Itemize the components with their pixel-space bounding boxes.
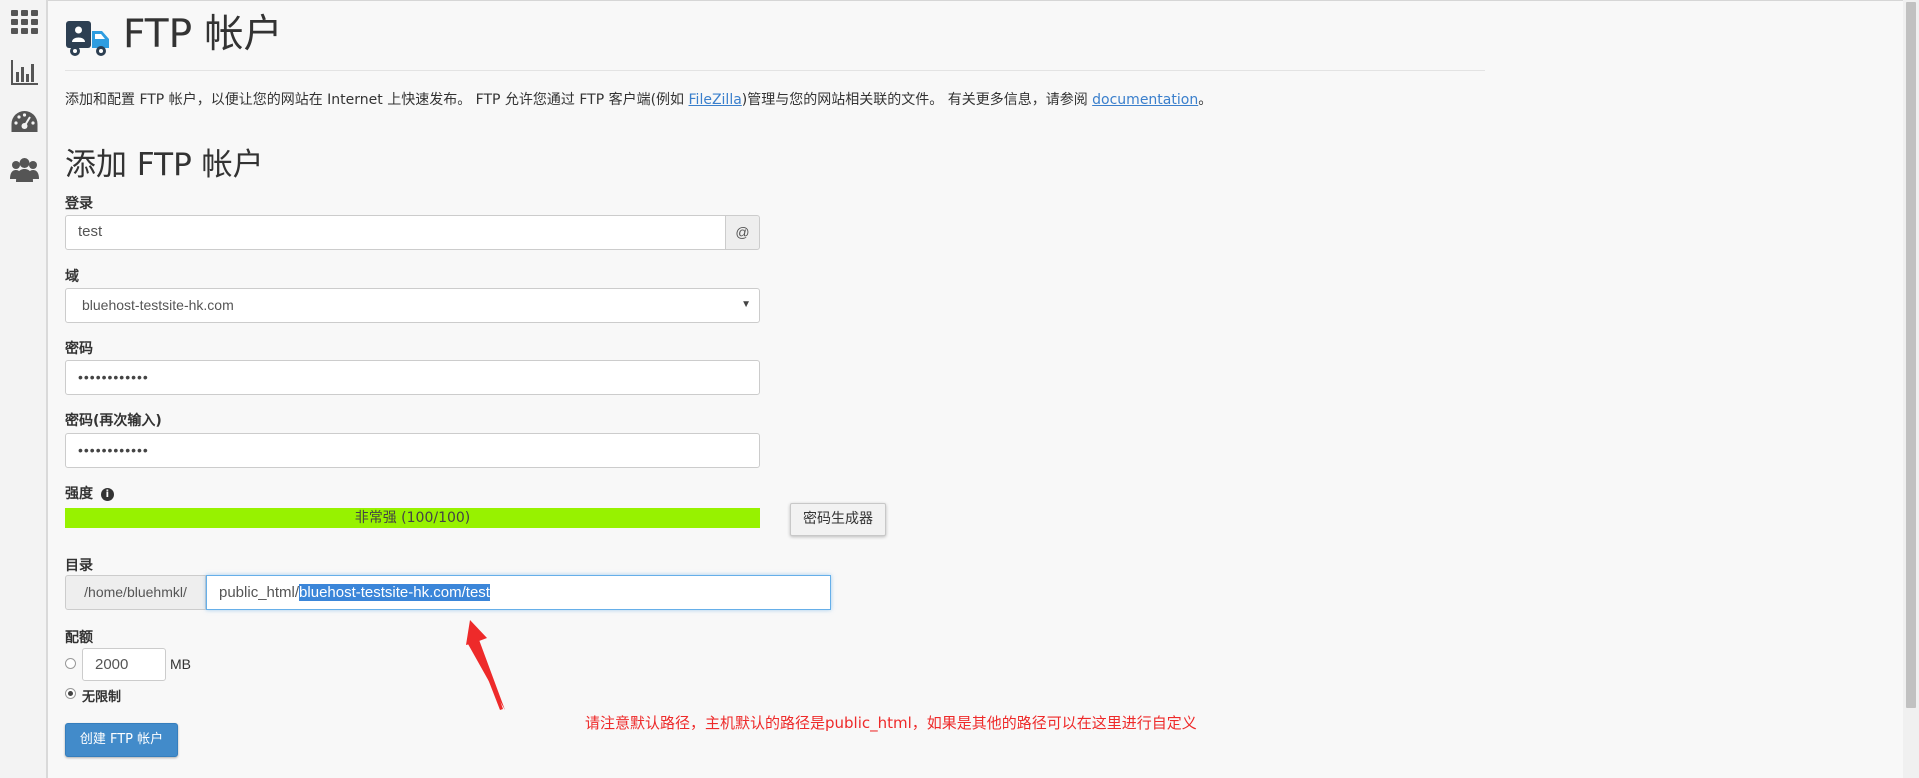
directory-label: 目录 [65, 558, 93, 574]
quota-input[interactable]: 2000 [82, 648, 166, 681]
users-icon[interactable] [10, 155, 39, 184]
unlimited-label: 无限制 [82, 690, 122, 705]
login-input[interactable]: test [65, 215, 726, 250]
caret-down-icon: ▼ [741, 299, 751, 310]
password-generator-button[interactable]: 密码生成器 [790, 503, 886, 536]
login-label: 登录 [65, 196, 93, 212]
intro-text: 添加和配置 FTP 帐户，以便让您的网站在 Internet 上快速发布。 FT… [65, 92, 1213, 108]
dashboard-icon[interactable] [10, 108, 39, 137]
password-again-label: 密码(再次输入) [65, 413, 162, 429]
quota-limited-radio[interactable] [65, 658, 76, 669]
directory-prefix: /home/bluehmkl/ [65, 575, 206, 610]
directory-selected-text: bluehost-testsite-hk.com/test [299, 584, 490, 601]
login-at-addon: @ [725, 215, 760, 250]
domain-select[interactable]: bluehost-testsite-hk.com ▼ [65, 288, 760, 323]
top-border [48, 0, 1919, 1]
header-divider [65, 70, 1485, 71]
annotation-note: 请注意默认路径，主机默认的路径是public_html，如果是其他的路径可以在这… [585, 714, 1197, 732]
quota-label: 配额 [65, 630, 93, 646]
strength-label: 强度 [65, 486, 93, 502]
documentation-link[interactable]: documentation [1092, 92, 1198, 108]
page-header: FTP 帐户 [65, 10, 1485, 60]
section-title: 添加 FTP 帐户 [65, 147, 264, 183]
directory-base: public_html/ [219, 584, 300, 601]
password-label: 密码 [65, 341, 93, 357]
strength-label-row: 强度 i [65, 483, 114, 503]
ftp-truck-icon [65, 18, 112, 58]
quota-unlimited-radio[interactable] [65, 688, 76, 699]
info-icon[interactable]: i [100, 488, 114, 501]
scrollbar-thumb[interactable] [1906, 2, 1916, 708]
domain-label: 域 [65, 269, 79, 285]
grid-icon[interactable] [10, 8, 39, 37]
password-strength-meter: 非常强 (100/100) [65, 508, 760, 528]
password-input[interactable]: •••••••••••• [65, 360, 760, 395]
page-title: FTP 帐户 [123, 12, 283, 57]
create-ftp-account-button[interactable]: 创建 FTP 帐户 [65, 723, 178, 757]
sidebar [0, 0, 48, 778]
filezilla-link[interactable]: FileZilla [689, 92, 742, 108]
domain-select-value: bluehost-testsite-hk.com [82, 297, 234, 313]
bar-chart-icon[interactable] [10, 58, 39, 87]
quota-unit: MB [170, 656, 191, 672]
directory-input[interactable]: public_html/bluehost-testsite-hk.com/tes… [206, 575, 831, 610]
password-again-input[interactable]: •••••••••••• [65, 433, 760, 468]
